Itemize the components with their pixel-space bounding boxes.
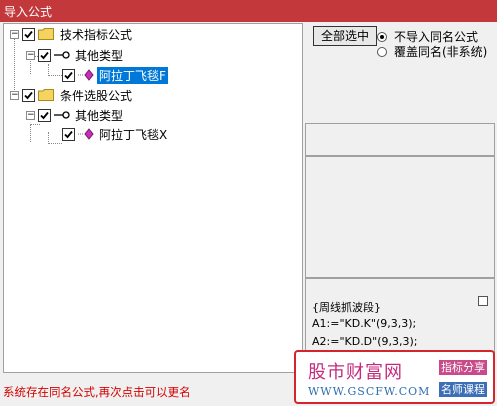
key-icon	[54, 111, 70, 119]
tree-node-label: 其他类型	[75, 108, 124, 123]
preview-line: A2:="KD.D"(9,3,3);	[312, 335, 418, 348]
status-message: 系统存在同名公式,再次点击可以更名	[3, 385, 191, 399]
node-checkbox[interactable]	[38, 48, 51, 62]
tree-node-tech-indicator[interactable]: − 技术指标公式	[10, 25, 134, 43]
window-title: 导入公式	[4, 5, 53, 19]
formula-tree[interactable]: − 技术指标公式 − 其他类型 阿拉丁飞毯F − 条件选股公式 − 其他类型 阿…	[3, 23, 303, 373]
tree-node-formula-f[interactable]: 阿拉丁飞毯F	[62, 66, 168, 84]
watermark-brand: 股市财富网	[308, 362, 403, 383]
collapse-icon[interactable]: −	[10, 29, 19, 39]
folder-icon	[38, 89, 54, 101]
folder-icon	[38, 28, 54, 40]
collapse-icon[interactable]: −	[10, 90, 19, 100]
description-panel	[305, 156, 495, 278]
collapse-icon[interactable]: −	[26, 50, 35, 60]
radio-button-checked[interactable]	[377, 31, 387, 42]
node-checkbox[interactable]	[22, 27, 35, 41]
preview-line: A1:="KD.K"(9,3,3);	[312, 317, 417, 330]
node-checkbox[interactable]	[38, 108, 51, 122]
radio-label: 覆盖同名(非系统)	[394, 45, 488, 59]
tree-node-stock-selection[interactable]: − 条件选股公式	[10, 86, 134, 104]
select-all-button[interactable]: 全部选中	[313, 26, 377, 46]
tree-node-label: 其他类型	[75, 48, 124, 63]
tree-node-label: 条件选股公式	[60, 88, 133, 103]
collapse-icon[interactable]: −	[26, 110, 35, 120]
tree-node-other-type[interactable]: − 其他类型	[26, 46, 125, 64]
node-checkbox[interactable]	[22, 88, 35, 102]
tree-node-label: 阿拉丁飞毯F	[97, 66, 168, 84]
info-panel	[305, 123, 495, 156]
formula-gem-icon	[78, 128, 94, 140]
title-bar[interactable]: 导入公式	[0, 0, 497, 22]
node-checkbox[interactable]	[62, 127, 75, 141]
preview-checkbox[interactable]	[478, 296, 488, 306]
key-icon	[54, 51, 70, 59]
watermark-tag-share: 指标分享	[439, 360, 487, 375]
tree-node-label: 技术指标公式	[60, 27, 133, 42]
radio-button[interactable]	[377, 46, 387, 57]
node-checkbox[interactable]	[62, 68, 75, 82]
tree-node-label: 阿拉丁飞毯X	[99, 127, 168, 142]
preview-line: {周线抓波段}	[312, 301, 381, 314]
watermark-url: WWW.GSCFW.COM	[308, 385, 431, 398]
tree-node-formula-x[interactable]: 阿拉丁飞毯X	[62, 125, 169, 143]
formula-gem-icon	[78, 69, 94, 81]
tree-node-other-type-2[interactable]: − 其他类型	[26, 106, 125, 124]
radio-overwrite[interactable]: 覆盖同名(非系统)	[377, 43, 487, 60]
watermark-logo: 股市财富网 WWW.GSCFW.COM 指标分享 名师课程	[294, 350, 495, 404]
watermark-tag-course: 名师课程	[439, 382, 487, 397]
